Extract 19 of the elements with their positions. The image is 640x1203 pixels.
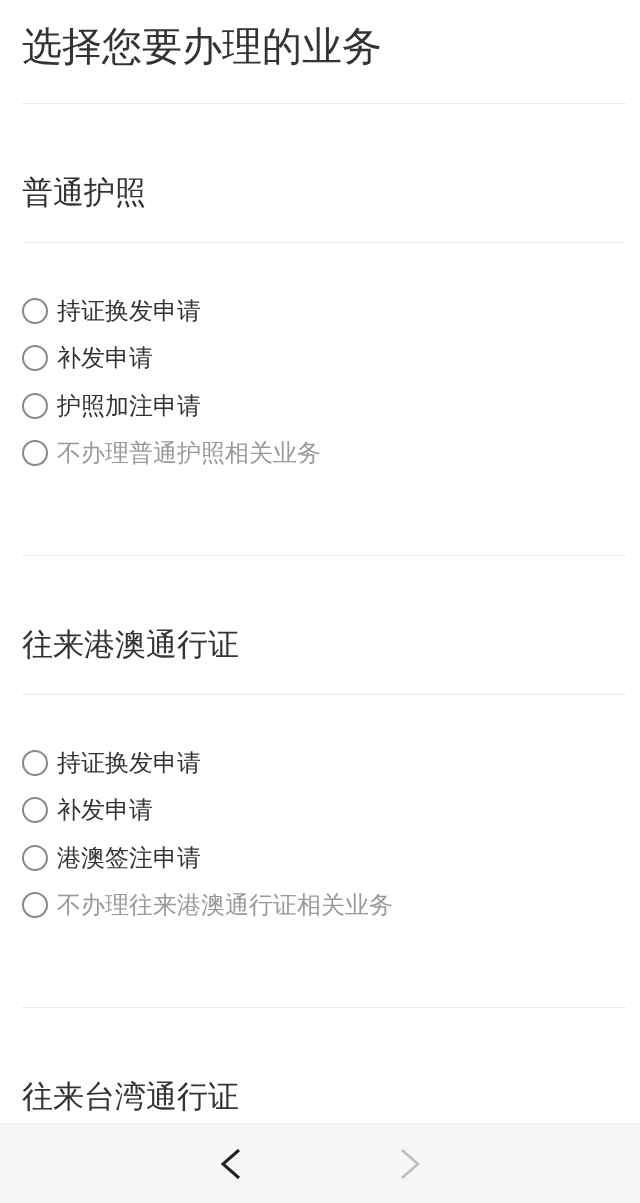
radio-button[interactable] (22, 440, 48, 467)
section-title: 普通护照 (22, 173, 146, 212)
radio-button[interactable] (22, 297, 48, 324)
chevron-left-icon (219, 1147, 242, 1180)
option-label[interactable]: 补发申请 (57, 343, 153, 374)
radio-button[interactable] (22, 844, 48, 871)
radio-button[interactable] (22, 345, 48, 372)
radio-button[interactable] (22, 749, 48, 776)
page-title: 选择您要办理的业务 (22, 23, 382, 69)
section-title: 往来港澳通行证 (22, 625, 239, 664)
option-label[interactable]: 补发申请 (57, 795, 153, 826)
option-label[interactable]: 护照加注申请 (57, 390, 201, 421)
radio-button[interactable] (22, 892, 48, 919)
option-label[interactable]: 持证换发申请 (57, 295, 201, 326)
radio-button[interactable] (22, 392, 48, 419)
section-title: 往来台湾通行证 (22, 1077, 239, 1116)
radio-button[interactable] (22, 797, 48, 824)
option-label[interactable]: 持证换发申请 (57, 747, 201, 778)
option-label[interactable]: 港澳签注申请 (57, 842, 201, 873)
